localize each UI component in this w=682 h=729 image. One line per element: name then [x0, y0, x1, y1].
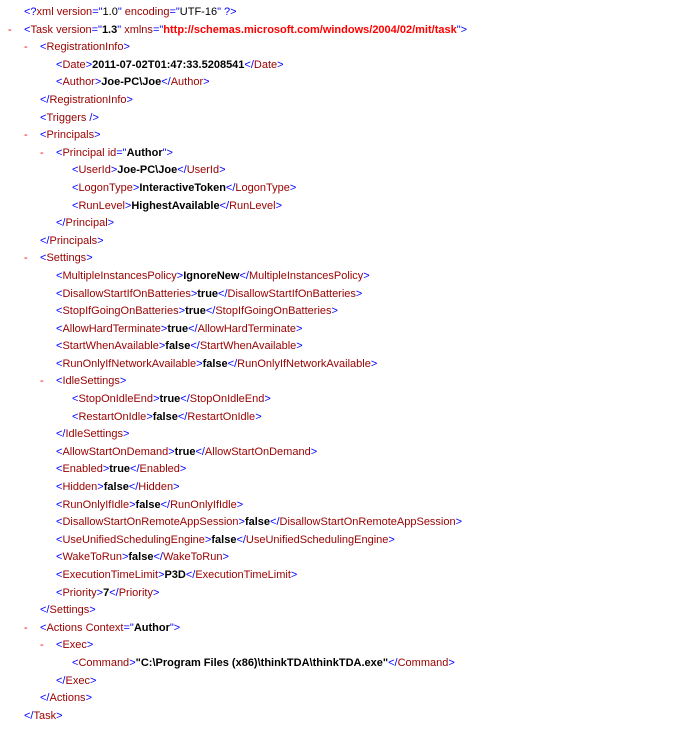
date-element: <Date>2011-07-02T01:47:33.5208541</Date> — [8, 57, 674, 75]
actions-context: Author — [134, 622, 170, 634]
runonlynet-element: <RunOnlyIfNetworkAvailable>false</RunOnl… — [8, 356, 674, 374]
idlesettings-close: </IdleSettings> — [8, 426, 674, 444]
collapse-icon[interactable]: - — [40, 373, 56, 391]
collapse-icon[interactable]: - — [40, 145, 56, 163]
allowhardterm-element: <AllowHardTerminate>true</AllowHardTermi… — [8, 321, 674, 339]
logontype-element: <LogonType>InteractiveToken</LogonType> — [8, 180, 674, 198]
triggers-element: <Triggers /> — [8, 110, 674, 128]
task-close: </Task> — [8, 708, 674, 726]
allowstartdemand-value: true — [175, 446, 196, 458]
disallowstartbatt-element: <DisallowStartIfOnBatteries>true</Disall… — [8, 286, 674, 304]
task-xmlns: http://schemas.microsoft.com/windows/200… — [163, 24, 456, 36]
restartidle-value: false — [153, 411, 178, 423]
registrationinfo-close: </RegistrationInfo> — [8, 92, 674, 110]
principal-id: Author — [127, 147, 163, 159]
waketorun-value: false — [128, 551, 153, 563]
enabled-value: true — [109, 463, 130, 475]
principal-close: </Principal> — [8, 215, 674, 233]
actions-open[interactable]: -<Actions Context="Author"> — [8, 620, 674, 638]
exectimelimit-element: <ExecutionTimeLimit>P3D</ExecutionTimeLi… — [8, 567, 674, 585]
unifiedsched-value: false — [211, 534, 236, 546]
exec-close: </Exec> — [8, 673, 674, 691]
runonlynet-value: false — [203, 358, 228, 370]
runonlyidle-element: <RunOnlyIfIdle>false</RunOnlyIfIdle> — [8, 497, 674, 515]
unifiedsched-element: <UseUnifiedSchedulingEngine>false</UseUn… — [8, 532, 674, 550]
command-value: "C:\Program Files (x86)\thinkTDA\thinkTD… — [136, 657, 388, 669]
author-value: Joe-PC\Joe — [101, 76, 161, 88]
startwhenavail-element: <StartWhenAvailable>false</StartWhenAvai… — [8, 338, 674, 356]
restartidle-element: <RestartOnIdle>false</RestartOnIdle> — [8, 409, 674, 427]
exec-open[interactable]: -<Exec> — [8, 637, 674, 655]
collapse-icon[interactable]: - — [24, 39, 40, 57]
userid-element: <UserId>Joe-PC\Joe</UserId> — [8, 162, 674, 180]
date-value: 2011-07-02T01:47:33.5208541 — [92, 59, 244, 71]
principal-open[interactable]: -<Principal id="Author"> — [8, 145, 674, 163]
collapse-icon[interactable]: - — [40, 637, 56, 655]
idlesettings-open[interactable]: -<IdleSettings> — [8, 373, 674, 391]
xml-tree: <?xml version="1.0" encoding="UTF-16" ?>… — [8, 4, 674, 725]
author-element: <Author>Joe-PC\Joe</Author> — [8, 74, 674, 92]
hidden-element: <Hidden>false</Hidden> — [8, 479, 674, 497]
disallowremote-value: false — [245, 516, 270, 528]
xml-declaration: <?xml version="1.0" encoding="UTF-16" ?> — [8, 4, 674, 22]
xml-version: 1.0 — [103, 6, 118, 18]
stopifbatt-element: <StopIfGoingOnBatteries>true</StopIfGoin… — [8, 303, 674, 321]
settings-open[interactable]: -<Settings> — [8, 250, 674, 268]
exectimelimit-value: P3D — [164, 569, 185, 581]
disallowremote-element: <DisallowStartOnRemoteAppSession>false</… — [8, 514, 674, 532]
runlevel-element: <RunLevel>HighestAvailable</RunLevel> — [8, 198, 674, 216]
hidden-value: false — [104, 481, 129, 493]
runlevel-value: HighestAvailable — [131, 200, 219, 212]
task-version: 1.3 — [102, 24, 117, 36]
logontype-value: InteractiveToken — [139, 182, 226, 194]
settings-close: </Settings> — [8, 602, 674, 620]
runonlyidle-value: false — [136, 499, 161, 511]
multipleinstances-value: IgnoreNew — [183, 270, 239, 282]
task-open[interactable]: -<Task version="1.3" xmlns="http://schem… — [8, 22, 674, 40]
collapse-icon[interactable]: - — [24, 127, 40, 145]
command-element: <Command>"C:\Program Files (x86)\thinkTD… — [8, 655, 674, 673]
stopifbatt-value: true — [185, 305, 206, 317]
registrationinfo-open[interactable]: -<RegistrationInfo> — [8, 39, 674, 57]
collapse-icon[interactable]: - — [8, 22, 24, 40]
enabled-element: <Enabled>true</Enabled> — [8, 461, 674, 479]
priority-element: <Priority>7</Priority> — [8, 585, 674, 603]
allowhardterm-value: true — [167, 323, 188, 335]
stoponidle-value: true — [160, 393, 181, 405]
disallowstartbatt-value: true — [197, 288, 218, 300]
waketorun-element: <WakeToRun>false</WakeToRun> — [8, 549, 674, 567]
principals-close: </Principals> — [8, 233, 674, 251]
principals-open[interactable]: -<Principals> — [8, 127, 674, 145]
allowstartdemand-element: <AllowStartOnDemand>true</AllowStartOnDe… — [8, 444, 674, 462]
userid-value: Joe-PC\Joe — [117, 164, 177, 176]
multipleinstances-element: <MultipleInstancesPolicy>IgnoreNew</Mult… — [8, 268, 674, 286]
xml-encoding: UTF-16 — [180, 6, 217, 18]
startwhenavail-value: false — [165, 340, 190, 352]
actions-close: </Actions> — [8, 690, 674, 708]
stoponidle-element: <StopOnIdleEnd>true</StopOnIdleEnd> — [8, 391, 674, 409]
collapse-icon[interactable]: - — [24, 620, 40, 638]
collapse-icon[interactable]: - — [24, 250, 40, 268]
